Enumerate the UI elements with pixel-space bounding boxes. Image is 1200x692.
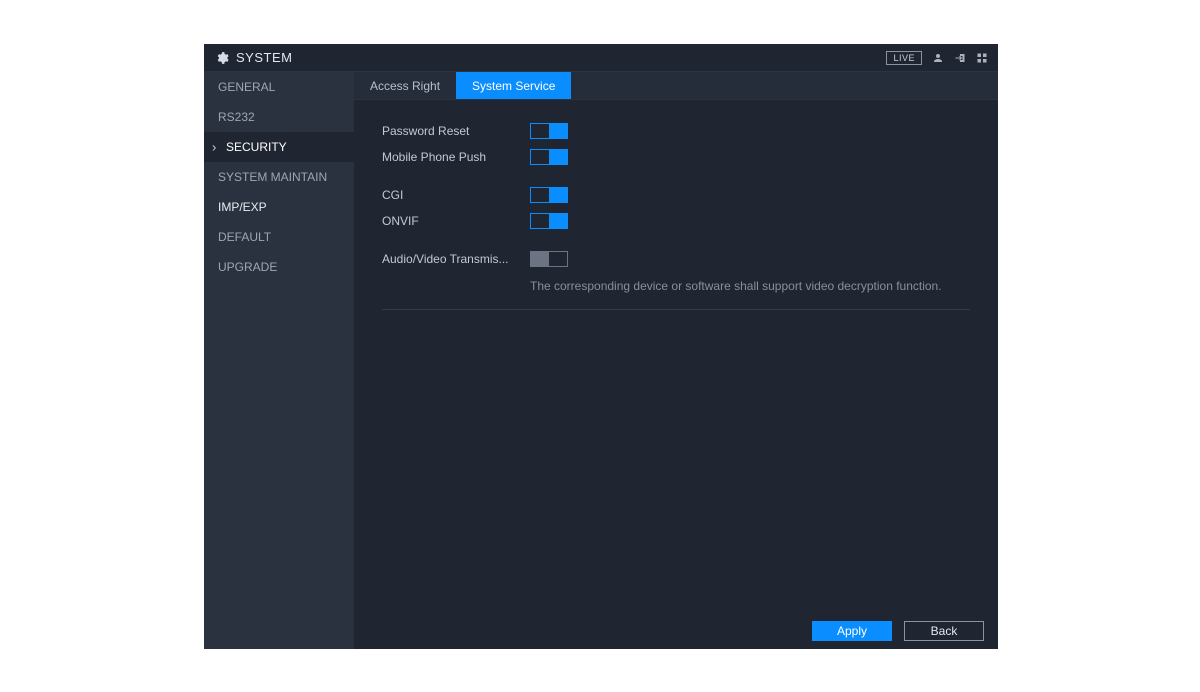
window-title: SYSTEM [236,50,292,65]
row-cgi: CGI [382,182,970,208]
sidebar-item-general[interactable]: GENERAL [204,72,354,102]
toggle-onvif[interactable] [530,213,568,229]
sidebar-item-default[interactable]: DEFAULT [204,222,354,252]
system-window: SYSTEM LIVE GENERAL RS232 SECURITY SYSTE… [204,44,998,649]
titlebar: SYSTEM LIVE [204,44,998,72]
toggle-mobile-push[interactable] [530,149,568,165]
toggle-password-reset[interactable] [530,123,568,139]
row-mobile-push: Mobile Phone Push [382,144,970,170]
sidebar: GENERAL RS232 SECURITY SYSTEM MAINTAIN I… [204,72,354,649]
footer: Apply Back [354,619,998,649]
tab-system-service[interactable]: System Service [456,72,571,99]
gear-icon [214,51,230,65]
separator [382,309,970,310]
apply-button[interactable]: Apply [812,621,892,641]
user-icon[interactable] [932,52,944,64]
tabs: Access Right System Service [354,72,998,100]
label-onvif: ONVIF [382,214,530,228]
hint-av-transmission: The corresponding device or software sha… [530,278,950,295]
label-av-transmission: Audio/Video Transmis... [382,252,530,266]
label-mobile-push: Mobile Phone Push [382,150,530,164]
label-password-reset: Password Reset [382,124,530,138]
main-panel: Access Right System Service Password Res… [354,72,998,649]
toggle-cgi[interactable] [530,187,568,203]
grid-icon[interactable] [976,52,988,64]
label-cgi: CGI [382,188,530,202]
row-password-reset: Password Reset [382,118,970,144]
logout-icon[interactable] [954,52,966,64]
toggle-av-transmission[interactable] [530,251,568,267]
content-area: Password Reset Mobile Phone Push CGI ONV… [354,100,998,619]
live-badge[interactable]: LIVE [886,51,922,65]
sidebar-item-security[interactable]: SECURITY [204,132,354,162]
sidebar-item-upgrade[interactable]: UPGRADE [204,252,354,282]
sidebar-item-system-maintain[interactable]: SYSTEM MAINTAIN [204,162,354,192]
sidebar-item-imp-exp[interactable]: IMP/EXP [204,192,354,222]
tab-access-right[interactable]: Access Right [354,72,456,99]
back-button[interactable]: Back [904,621,984,641]
row-av-transmission: Audio/Video Transmis... [382,246,970,272]
row-onvif: ONVIF [382,208,970,234]
sidebar-item-rs232[interactable]: RS232 [204,102,354,132]
